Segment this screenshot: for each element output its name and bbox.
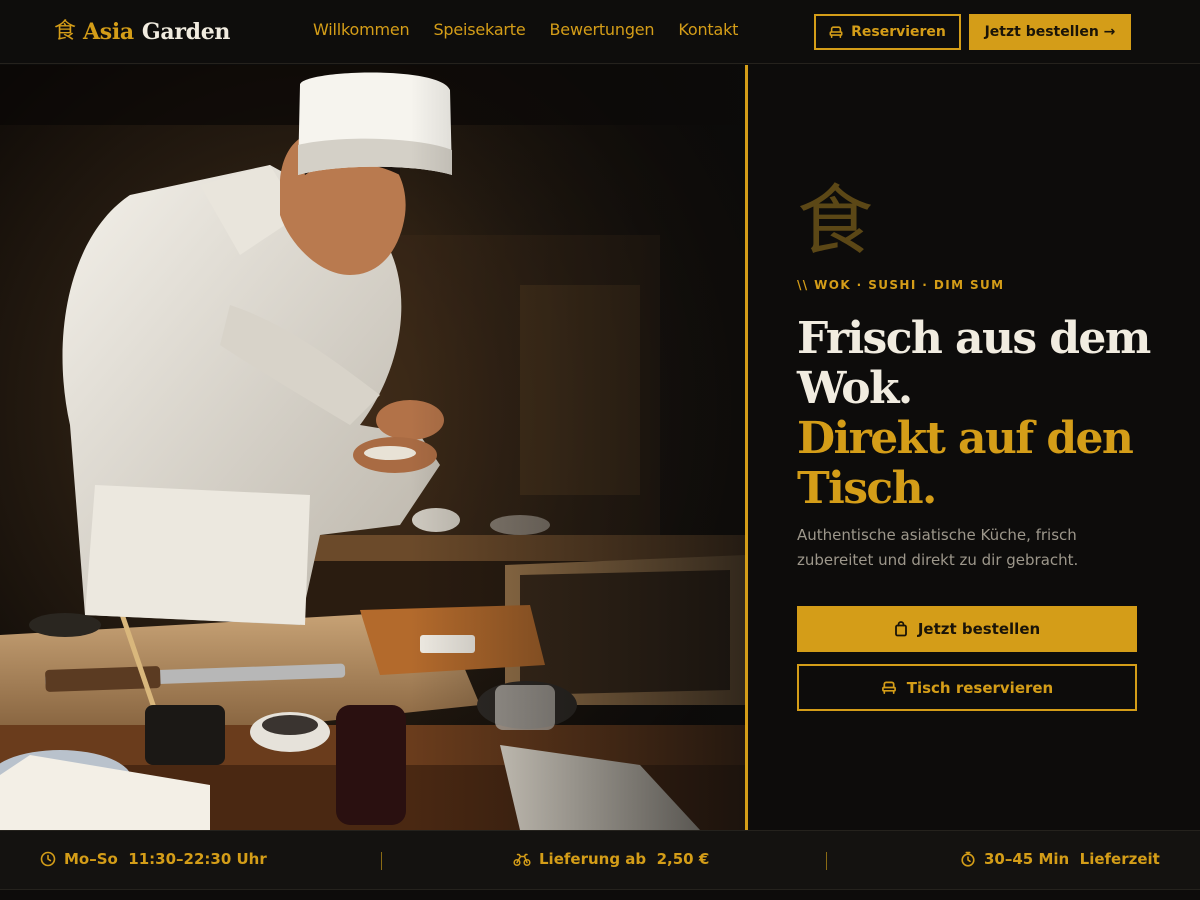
- reserve-button-label: Reservieren: [851, 24, 946, 40]
- brand-name-garden: Garden: [141, 19, 231, 45]
- site-header: 食 Asia Garden Willkommen Speisekarte Bewe…: [0, 0, 1200, 64]
- clock-icon: [40, 851, 56, 867]
- nav-link-kontakt[interactable]: Kontakt: [678, 20, 738, 39]
- opening-hours: Mo–So 11:30–22:30 Uhr: [40, 850, 267, 868]
- page-bottom-strip: [0, 890, 1200, 900]
- brand-name-asia: Asia: [83, 19, 134, 45]
- delivery-fee-text: Lieferung ab 2,50 €: [539, 850, 710, 868]
- logo-glyph-icon: 食: [54, 19, 77, 44]
- opening-hours-text: Mo–So 11:30–22:30 Uhr: [64, 850, 267, 868]
- bag-icon: [894, 621, 908, 637]
- nav-link-speisekarte[interactable]: Speisekarte: [433, 20, 525, 39]
- brand-logo[interactable]: 食 Asia Garden: [54, 15, 230, 49]
- hero-order-button-label: Jetzt bestellen: [917, 620, 1041, 638]
- delivery-time: 30–45 Min Lieferzeit: [960, 850, 1160, 868]
- hero-eyebrow: \\ WOK · SUSHI · DIM SUM: [797, 278, 1005, 292]
- nav-link-willkommen[interactable]: Willkommen: [313, 20, 410, 39]
- hero-headline-line2: Direkt auf den Tisch.: [797, 413, 1134, 514]
- reserve-button[interactable]: Reservieren: [814, 14, 961, 50]
- nav-link-bewertungen[interactable]: Bewertungen: [550, 20, 655, 39]
- hero-chef-image: [0, 65, 746, 830]
- order-now-button-label: Jetzt bestellen →: [984, 24, 1116, 40]
- hero-reserve-table-button-label: Tisch reservieren: [906, 678, 1054, 697]
- info-separator: [381, 852, 382, 870]
- decorative-food-glyph-icon: 食: [797, 176, 873, 265]
- chair-icon: [881, 680, 897, 695]
- bike-icon: [513, 851, 531, 867]
- hero-order-button[interactable]: Jetzt bestellen: [797, 606, 1137, 652]
- main-nav: Willkommen Speisekarte Bewertungen Konta…: [313, 20, 738, 39]
- hero-headline-line1: Frisch aus dem Wok.: [797, 313, 1151, 414]
- info-bar: Mo–So 11:30–22:30 Uhr Lieferung ab 2,50 …: [0, 830, 1200, 890]
- chair-icon: [829, 25, 843, 39]
- delivery-time-text: 30–45 Min Lieferzeit: [984, 850, 1160, 868]
- hero-reserve-table-button[interactable]: Tisch reservieren: [797, 664, 1137, 711]
- brand-name: Asia Garden: [83, 19, 230, 45]
- info-separator: [826, 852, 827, 870]
- hero-lead-text: Authentische asiatische Küche, frisch zu…: [797, 526, 1079, 569]
- order-now-button[interactable]: Jetzt bestellen →: [969, 14, 1131, 50]
- hero-headline: Frisch aus dem Wok. Direkt auf den Tisch…: [797, 314, 1177, 514]
- delivery-fee: Lieferung ab 2,50 €: [513, 850, 709, 868]
- stopwatch-icon: [960, 851, 976, 867]
